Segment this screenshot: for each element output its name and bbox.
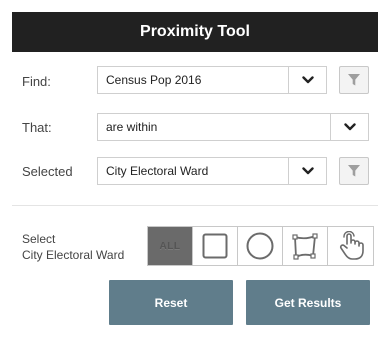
find-label: Find: xyxy=(22,74,51,89)
selection-toolbar: ALL xyxy=(147,226,374,266)
select-all-tool[interactable]: ALL xyxy=(148,227,193,265)
reset-button[interactable]: Reset xyxy=(109,280,233,325)
find-filter-button[interactable] xyxy=(339,66,369,94)
polygon-select-tool[interactable] xyxy=(283,227,328,265)
rectangle-select-tool[interactable] xyxy=(193,227,238,265)
divider xyxy=(12,205,378,206)
polygon-select-icon xyxy=(292,233,318,260)
filter-icon xyxy=(348,165,360,177)
selected-label: Selected xyxy=(22,164,73,179)
panel-title: Proximity Tool xyxy=(140,23,250,40)
selection-label-line1: Select xyxy=(22,232,56,246)
that-dropdown[interactable]: are within xyxy=(97,113,369,141)
chevron-down-icon[interactable] xyxy=(288,67,326,93)
select-all-label: ALL xyxy=(159,240,181,252)
that-label: That: xyxy=(22,120,52,135)
panel-header: Proximity Tool xyxy=(12,12,378,52)
click-select-tool[interactable] xyxy=(328,227,373,265)
hand-click-icon xyxy=(339,231,364,260)
get-results-button[interactable]: Get Results xyxy=(246,280,370,325)
selection-label: Select City Electoral Ward xyxy=(22,231,124,263)
filter-icon xyxy=(348,74,360,86)
rectangle-select-icon xyxy=(202,233,228,259)
chevron-down-icon[interactable] xyxy=(288,158,326,184)
selected-filter-button[interactable] xyxy=(339,157,369,185)
find-dropdown-value: Census Pop 2016 xyxy=(106,73,202,87)
selected-dropdown-value: City Electoral Ward xyxy=(106,164,209,178)
selection-label-line2: City Electoral Ward xyxy=(22,248,125,262)
that-dropdown-value: are within xyxy=(106,120,158,134)
circle-select-icon xyxy=(246,232,274,260)
selected-dropdown[interactable]: City Electoral Ward xyxy=(97,157,327,185)
find-dropdown[interactable]: Census Pop 2016 xyxy=(97,66,327,94)
chevron-down-icon[interactable] xyxy=(330,114,368,140)
circle-select-tool[interactable] xyxy=(238,227,283,265)
